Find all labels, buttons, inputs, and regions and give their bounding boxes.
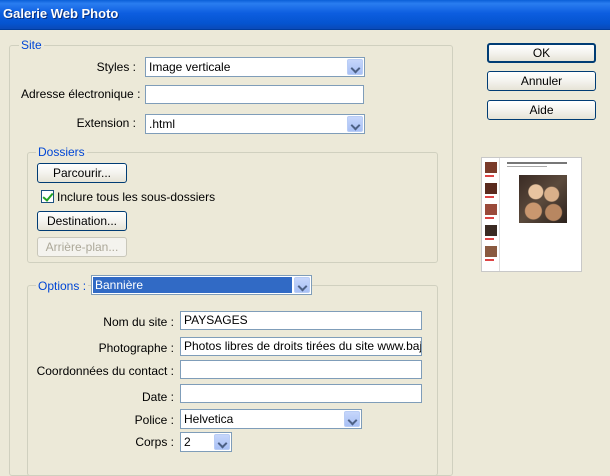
email-input[interactable]: [145, 85, 364, 104]
chevron-down-icon[interactable]: [347, 59, 363, 75]
options-legend: Options :: [36, 279, 89, 293]
email-label: Adresse électronique :: [21, 87, 141, 101]
chevron-down-icon[interactable]: [294, 277, 310, 293]
chevron-down-icon[interactable]: [347, 116, 363, 132]
background-button: Arrière-plan...: [37, 237, 127, 257]
dossiers-legend: Dossiers: [36, 145, 87, 159]
browse-button[interactable]: Parcourir...: [37, 163, 127, 183]
include-subfolders-checkbox[interactable]: [41, 190, 54, 203]
help-button[interactable]: Aide: [487, 100, 596, 120]
contact-input[interactable]: [180, 360, 422, 379]
font-label: Police :: [134, 413, 174, 427]
styles-select[interactable]: Image verticale: [145, 57, 365, 77]
gallery-preview-thumbnail: [481, 157, 582, 272]
font-select[interactable]: Helvetica: [180, 409, 362, 429]
title-bar: Galerie Web Photo: [0, 0, 610, 30]
date-input[interactable]: [180, 384, 422, 403]
size-select[interactable]: 2: [180, 432, 232, 452]
destination-button[interactable]: Destination...: [37, 211, 127, 231]
preview-sidebar: [482, 158, 500, 271]
date-label: Date :: [141, 390, 174, 404]
site-legend: Site: [19, 38, 44, 52]
size-label: Corps :: [135, 435, 174, 449]
site-name-input[interactable]: PAYSAGES: [180, 311, 422, 330]
styles-value: Image verticale: [149, 60, 231, 74]
chevron-down-icon[interactable]: [214, 434, 230, 450]
window-title: Galerie Web Photo: [3, 6, 119, 21]
cancel-button[interactable]: Annuler: [487, 71, 596, 91]
preview-photo: [519, 175, 567, 223]
extension-label: Extension :: [76, 116, 136, 130]
extension-select[interactable]: .html: [145, 114, 365, 134]
chevron-down-icon[interactable]: [344, 411, 360, 427]
include-subfolders-label[interactable]: Inclure tous les sous-dossiers: [57, 190, 215, 204]
styles-label: Styles :: [96, 60, 136, 74]
options-section-value: Bannière: [93, 277, 292, 293]
options-section-select[interactable]: Bannière: [91, 275, 312, 295]
font-value: Helvetica: [184, 412, 234, 426]
site-name-label: Nom du site :: [103, 315, 174, 329]
contact-label: Coordonnées du contact :: [36, 364, 174, 378]
extension-value: .html: [149, 117, 176, 131]
ok-button[interactable]: OK: [487, 43, 596, 63]
size-value: 2: [184, 435, 191, 449]
photographer-label: Photographe :: [98, 341, 174, 355]
photographer-input[interactable]: Photos libres de droits tirées du site w…: [180, 337, 422, 356]
